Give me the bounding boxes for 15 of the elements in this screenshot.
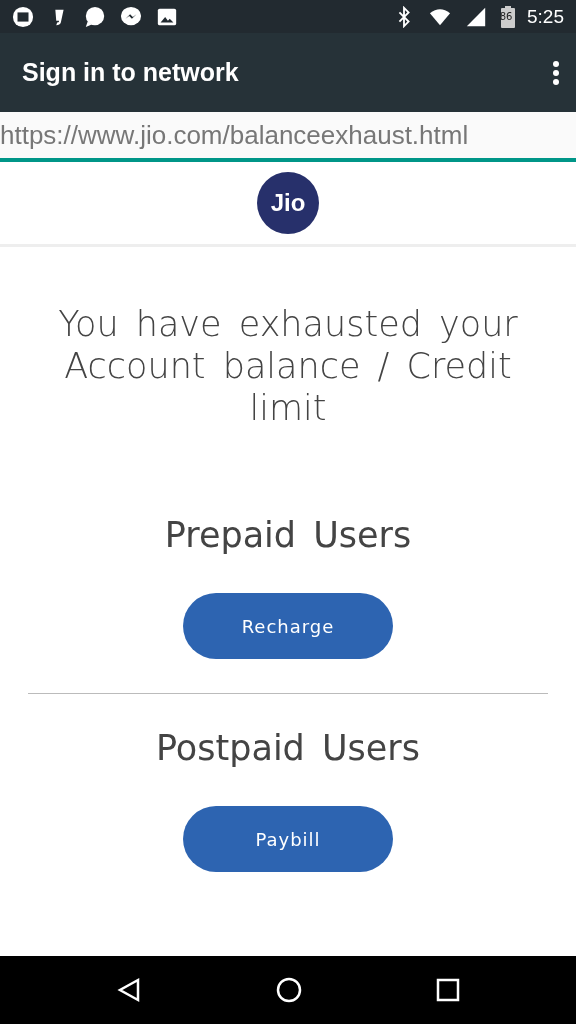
home-icon[interactable] <box>275 976 303 1004</box>
chat-bubble-icon <box>84 5 106 28</box>
action-button[interactable]: Paybill <box>183 806 393 872</box>
url-text: https://www.jio.com/balanceexhaust.html <box>0 119 469 151</box>
signal-icon <box>465 5 487 28</box>
clock: 5:25 <box>527 5 564 28</box>
window-title: Sign in to network <box>22 58 240 87</box>
logo: Jio <box>257 172 319 234</box>
action-button[interactable]: Recharge <box>183 593 393 659</box>
more-options-icon[interactable] <box>552 59 560 86</box>
section-heading: Prepaid Users <box>164 515 412 555</box>
message-text: You have exhausted your Account balance / Credit limit <box>57 303 519 429</box>
section-heading: Postpaid Users <box>156 728 420 768</box>
recents-icon[interactable] <box>435 978 460 1002</box>
messenger-icon <box>120 5 142 28</box>
